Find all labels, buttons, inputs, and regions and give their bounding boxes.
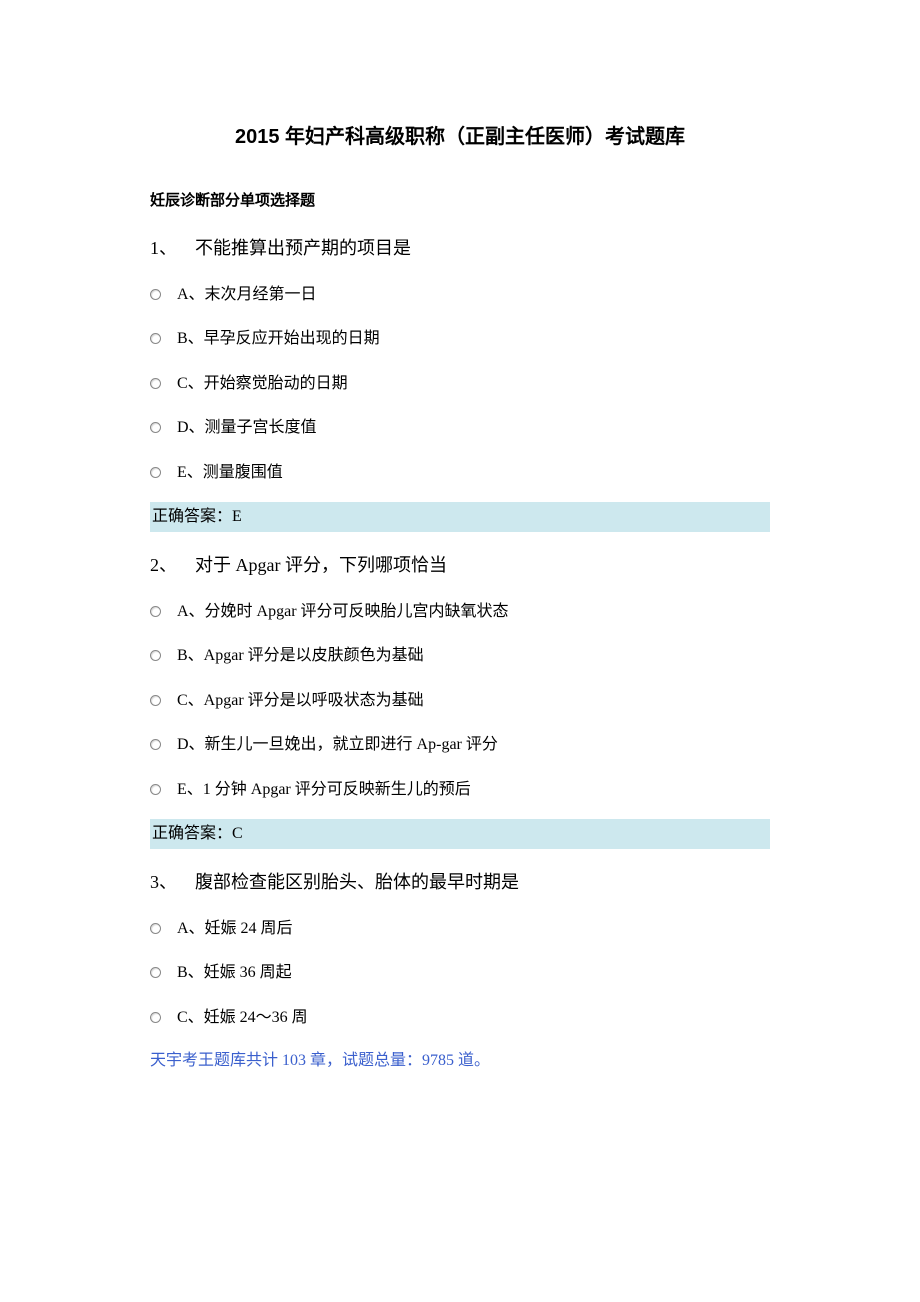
radio-icon[interactable] — [150, 784, 161, 795]
question-text: 不能推算出预产期的项目是 — [195, 238, 411, 258]
option-text: C、妊娠 24～36 周 — [177, 1007, 308, 1029]
radio-icon[interactable] — [150, 378, 161, 389]
option-row: C、妊娠 24～36 周 — [150, 1007, 770, 1029]
option-text: B、早孕反应开始出现的日期 — [177, 328, 380, 350]
option-row: D、新生儿一旦娩出，就立即进行 Ap-gar 评分 — [150, 734, 770, 756]
option-row: A、末次月经第一日 — [150, 284, 770, 306]
question-text: 对于 Apgar 评分，下列哪项恰当 — [195, 555, 447, 575]
radio-icon[interactable] — [150, 923, 161, 934]
page-title: 2015 年妇产科高级职称（正副主任医师）考试题库 — [150, 120, 770, 149]
radio-icon[interactable] — [150, 289, 161, 300]
radio-icon[interactable] — [150, 467, 161, 478]
option-row: E、1 分钟 Apgar 评分可反映新生儿的预后 — [150, 779, 770, 801]
option-row: C、开始察觉胎动的日期 — [150, 373, 770, 395]
option-row: B、早孕反应开始出现的日期 — [150, 328, 770, 350]
section-header: 妊辰诊断部分单项选择题 — [150, 189, 770, 210]
option-row: C、Apgar 评分是以呼吸状态为基础 — [150, 690, 770, 712]
option-row: B、Apgar 评分是以皮肤颜色为基础 — [150, 645, 770, 667]
question-number: 2、 — [150, 555, 177, 575]
option-text: D、测量子宫长度值 — [177, 417, 317, 439]
option-text: A、妊娠 24 周后 — [177, 918, 293, 940]
option-text: D、新生儿一旦娩出，就立即进行 Ap-gar 评分 — [177, 734, 498, 756]
option-text: E、测量腹围值 — [177, 462, 283, 484]
option-text: A、末次月经第一日 — [177, 284, 317, 306]
option-text: E、1 分钟 Apgar 评分可反映新生儿的预后 — [177, 779, 471, 801]
option-row: D、测量子宫长度值 — [150, 417, 770, 439]
option-text: A、分娩时 Apgar 评分可反映胎儿宫内缺氧状态 — [177, 601, 509, 623]
correct-answer: 正确答案：C — [150, 819, 770, 849]
question-text: 腹部检查能区别胎头、胎体的最早时期是 — [195, 872, 519, 892]
option-row: B、妊娠 36 周起 — [150, 962, 770, 984]
radio-icon[interactable] — [150, 967, 161, 978]
question-3: 3、 腹部检查能区别胎头、胎体的最早时期是 — [150, 869, 770, 896]
option-text: C、开始察觉胎动的日期 — [177, 373, 348, 395]
radio-icon[interactable] — [150, 606, 161, 617]
option-text: C、Apgar 评分是以呼吸状态为基础 — [177, 690, 424, 712]
footer-note: 天宇考王题库共计 103 章，试题总量：9785 道。 — [150, 1049, 770, 1073]
option-row: A、妊娠 24 周后 — [150, 918, 770, 940]
radio-icon[interactable] — [150, 422, 161, 433]
radio-icon[interactable] — [150, 650, 161, 661]
option-row: E、测量腹围值 — [150, 462, 770, 484]
question-number: 1、 — [150, 238, 177, 258]
radio-icon[interactable] — [150, 333, 161, 344]
question-1: 1、 不能推算出预产期的项目是 — [150, 235, 770, 262]
question-2: 2、 对于 Apgar 评分，下列哪项恰当 — [150, 552, 770, 579]
question-number: 3、 — [150, 872, 177, 892]
option-text: B、Apgar 评分是以皮肤颜色为基础 — [177, 645, 424, 667]
option-text: B、妊娠 36 周起 — [177, 962, 292, 984]
radio-icon[interactable] — [150, 695, 161, 706]
option-row: A、分娩时 Apgar 评分可反映胎儿宫内缺氧状态 — [150, 601, 770, 623]
radio-icon[interactable] — [150, 739, 161, 750]
correct-answer: 正确答案：E — [150, 502, 770, 532]
radio-icon[interactable] — [150, 1012, 161, 1023]
